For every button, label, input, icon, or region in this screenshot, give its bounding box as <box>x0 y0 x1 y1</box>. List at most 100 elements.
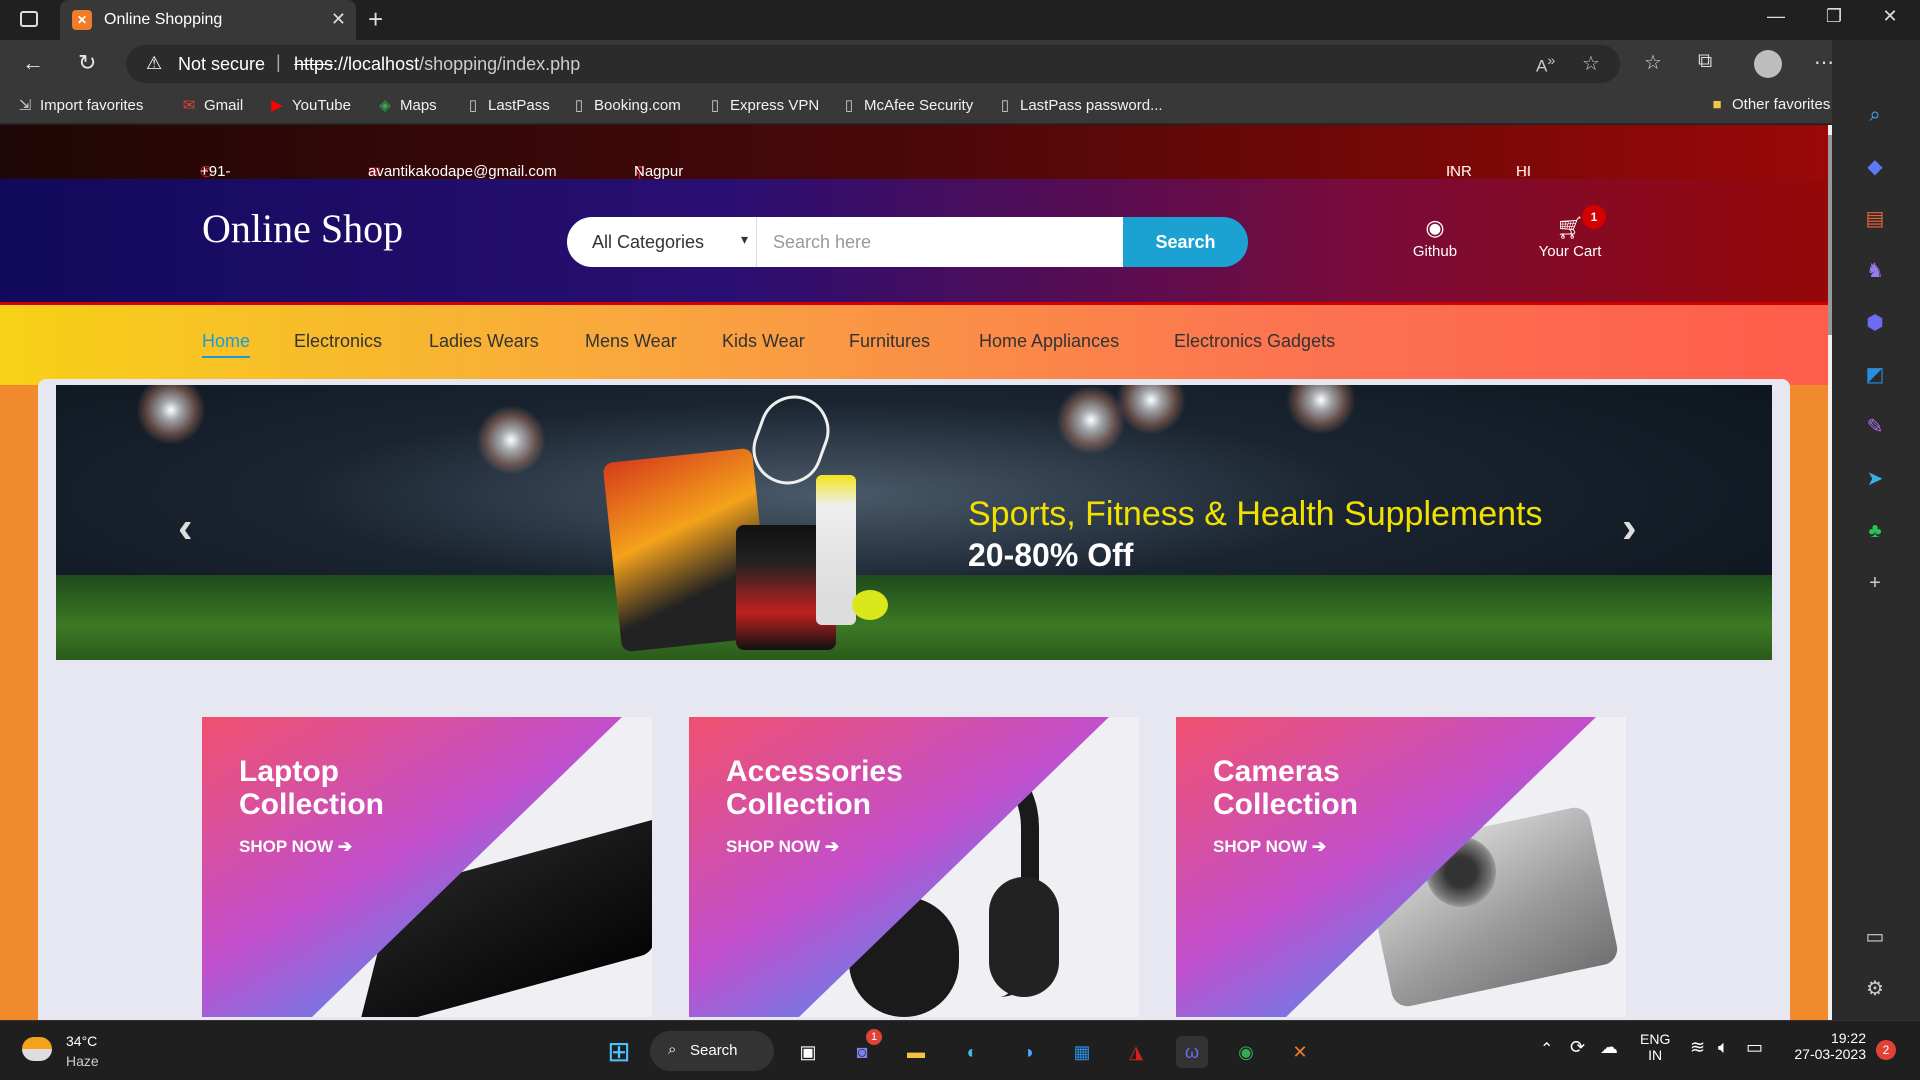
refresh-button[interactable]: ↻ <box>78 50 96 76</box>
search-input[interactable] <box>757 217 1123 267</box>
nav-electronics[interactable]: Electronics <box>294 331 382 352</box>
hero-carousel: Sports, Fitness & Health Supplements 20-… <box>56 385 1772 660</box>
add-icon[interactable]: + <box>1862 570 1888 596</box>
tab-online-shopping[interactable]: ✕ Online Shopping ✕ <box>60 0 356 40</box>
nav-home[interactable]: Home <box>202 331 251 358</box>
battery-icon[interactable]: ▭ <box>1746 1037 1763 1058</box>
chrome-icon[interactable]: ◉ <box>1230 1036 1262 1068</box>
fav-youtube[interactable]: ▶ YouTube <box>268 96 351 114</box>
fav-maps[interactable]: ◈ Maps <box>376 96 436 114</box>
folder-icon: ■ <box>1712 96 1722 113</box>
edge-sidebar: ⌕ ◆ ▤ ♞ ⬢ ◩ ✎ ➤ ♣ + ▭ ⚙ <box>1832 40 1920 1020</box>
file-explorer-icon[interactable]: ▬ <box>900 1036 932 1068</box>
store-icon[interactable]: ▦ <box>1066 1036 1098 1068</box>
language-indicator[interactable]: ENG IN <box>1640 1031 1670 1063</box>
nav-ladies-wears[interactable]: Ladies Wears <box>429 331 539 352</box>
card-title: Cameras Collection <box>1213 755 1358 821</box>
nav-kids-wear[interactable]: Kids Wear <box>722 331 805 352</box>
telegram-icon[interactable]: ➤ <box>1862 466 1888 492</box>
sync-icon[interactable]: ⟳ <box>1570 1037 1585 1058</box>
xampp-icon[interactable]: ✕ <box>1284 1036 1316 1068</box>
shop-now-link[interactable]: SHOP NOW ➔ <box>1213 837 1326 857</box>
github-link[interactable]: ◉ Github <box>1400 215 1470 260</box>
search-button[interactable]: Search <box>1123 217 1248 267</box>
not-secure-label: Not secure <box>178 54 266 74</box>
browser-tab-bar: ✕ Online Shopping ✕ + — ❐ ✕ <box>0 0 1920 40</box>
page-icon: ▯ <box>1000 97 1010 114</box>
add-favorite-icon[interactable]: ☆ <box>1582 51 1600 76</box>
fav-label: Import favorites <box>40 97 144 114</box>
carousel-next-button[interactable]: › <box>1622 503 1637 553</box>
task-view-icon[interactable]: ▣ <box>792 1036 824 1068</box>
tools-icon[interactable]: ▤ <box>1862 206 1888 232</box>
shop-now-link[interactable]: SHOP NOW ➔ <box>239 837 352 857</box>
cameras-collection-card[interactable]: Cameras Collection SHOP NOW ➔ <box>1176 717 1626 1017</box>
fav-lastpass[interactable]: ▯ LastPass <box>464 96 550 114</box>
carousel-offer: 20-80% Off <box>968 537 1134 573</box>
clock[interactable]: 19:22 27-03-2023 <box>1786 1030 1866 1062</box>
lang-line-1: ENG <box>1640 1031 1671 1047</box>
github-label: Github <box>1412 243 1458 260</box>
accessories-collection-card[interactable]: Accessories Collection SHOP NOW ➔ <box>689 717 1139 1017</box>
copilot-icon[interactable]: ⬢ <box>1862 310 1888 336</box>
close-tab-icon[interactable]: ✕ <box>331 9 346 30</box>
onedrive-icon[interactable]: ☁ <box>1600 1037 1618 1058</box>
cart-count-badge: 1 <box>1582 205 1606 229</box>
fav-gmail[interactable]: ✉ Gmail <box>180 96 243 114</box>
collections-icon[interactable]: ⧉ <box>1698 50 1712 73</box>
back-button[interactable]: ← <box>22 50 44 76</box>
page-scrollbar[interactable] <box>1828 125 1832 1020</box>
fav-mcafee[interactable]: ▯ McAfee Security <box>840 96 973 114</box>
designer-icon[interactable]: ✎ <box>1862 414 1888 440</box>
xampp-icon: ✕ <box>72 10 92 30</box>
import-icon: ⇲ <box>18 97 32 114</box>
wifi-icon[interactable]: ≋ <box>1690 1037 1705 1058</box>
nav-electronics-gadgets[interactable]: Electronics Gadgets <box>1174 331 1335 352</box>
close-window-button[interactable]: ✕ <box>1870 6 1910 27</box>
profile-avatar[interactable] <box>1754 50 1782 78</box>
search-icon[interactable]: ⌕ <box>1862 102 1888 128</box>
shop-now-link[interactable]: SHOP NOW ➔ <box>726 837 839 857</box>
volume-icon[interactable]: 🔈︎ <box>1718 1037 1729 1058</box>
start-button[interactable]: ⊞ <box>603 1036 635 1068</box>
category-nav: Home Electronics Ladies Wears Mens Wear … <box>0 305 1828 385</box>
url-host: ://localhost <box>333 54 420 74</box>
fav-other[interactable]: ■ Other favorites <box>1708 96 1830 113</box>
site-logo[interactable]: Online Shop <box>202 205 403 252</box>
fav-lastpass-password[interactable]: ▯ LastPass password... <box>996 96 1163 114</box>
tab-actions-icon[interactable] <box>20 11 38 27</box>
fav-expressvpn[interactable]: ▯ Express VPN <box>706 96 819 114</box>
mcafee-icon[interactable]: ◮ <box>1120 1036 1152 1068</box>
edge-beta-icon[interactable]: ◑ <box>1012 1036 1044 1068</box>
fav-booking[interactable]: ▯ Booking.com <box>570 96 681 114</box>
fav-import[interactable]: ⇲ Import favorites <box>16 96 144 114</box>
address-bar[interactable]: ⚠ Not secure | https://localhost/shoppin… <box>126 45 1620 83</box>
laptop-collection-card[interactable]: Laptop Collection SHOP NOW ➔ <box>202 717 652 1017</box>
nav-mens-wear[interactable]: Mens Wear <box>585 331 677 352</box>
scrollbar-thumb[interactable] <box>1828 135 1832 335</box>
favorites-icon[interactable]: ☆ <box>1644 50 1662 75</box>
shopping-tag-icon[interactable]: ◆ <box>1862 154 1888 180</box>
settings-icon[interactable]: ⚙ <box>1862 976 1888 1002</box>
fav-label: Other favorites <box>1732 96 1831 113</box>
edge-icon[interactable]: ◐ <box>956 1036 988 1068</box>
nav-home-appliances[interactable]: Home Appliances <box>979 331 1119 352</box>
card-title-line-2: Collection <box>1213 788 1359 821</box>
outlook-icon[interactable]: ◩ <box>1862 362 1888 388</box>
notification-badge[interactable]: 2 <box>1876 1040 1896 1060</box>
restore-button[interactable]: ❐ <box>1814 6 1854 27</box>
new-tab-button[interactable]: + <box>368 4 383 35</box>
webex-icon[interactable]: ω <box>1176 1036 1208 1068</box>
nav-furnitures[interactable]: Furnitures <box>849 331 930 352</box>
web-page: ✆ +91-8788728972 ✉ avantikakodape@gmail.… <box>0 125 1828 1020</box>
read-aloud-icon[interactable]: A» <box>1536 53 1555 77</box>
show-hidden-icons[interactable]: ⌃ <box>1540 1039 1553 1059</box>
carousel-prev-button[interactable]: ‹ <box>178 503 193 553</box>
tree-icon[interactable]: ♣ <box>1862 518 1888 544</box>
more-icon[interactable]: ⋯ <box>1814 50 1834 75</box>
sidebar-layout-icon[interactable]: ▭ <box>1862 924 1888 950</box>
games-icon[interactable]: ♞ <box>1862 258 1888 284</box>
category-select[interactable]: All Categories ▾ <box>567 217 757 267</box>
minimize-button[interactable]: — <box>1756 6 1796 27</box>
taskbar-search[interactable]: ⌕ Search <box>650 1031 774 1071</box>
